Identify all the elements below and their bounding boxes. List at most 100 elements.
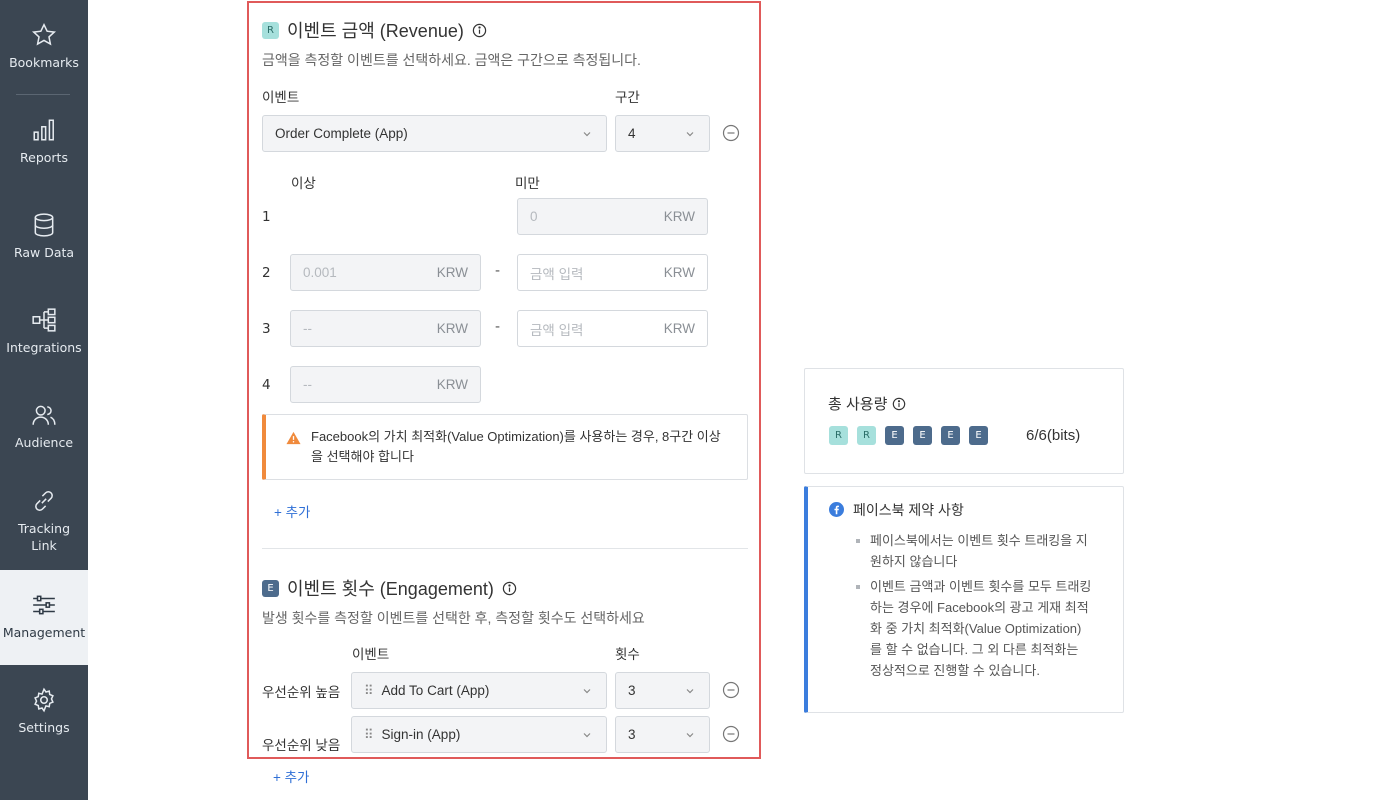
info-icon[interactable] [502,581,517,596]
warning-icon [286,431,301,445]
currency-unit: KRW [663,209,695,224]
sidebar-item-audience[interactable]: Audience [0,402,88,451]
add-revenue-segment-link[interactable]: + 추가 [274,501,310,521]
usage-value: 6/6(bits) [1026,427,1081,444]
remove-engagement-event-icon[interactable] [722,681,740,699]
bit-badge: R [829,426,848,445]
warning-alert: Facebook의 가치 최적화(Value Optimization)를 사용… [262,414,748,480]
segment-2-min-input: 0.001 KRW [290,254,481,291]
drag-handle-icon[interactable]: ⠿ [364,727,374,743]
sidebar-item-label: Audience [14,435,74,450]
bit-badge: R [857,426,876,445]
engagement-count-select[interactable]: 3 [615,672,710,709]
revenue-event-value: Order Complete (App) [275,126,408,141]
bit-badge: E [913,426,932,445]
chevron-down-icon [583,132,591,137]
input-value: -- [303,321,312,336]
engagement-event-select[interactable]: ⠿ Sign-in (App) [351,716,607,753]
revenue-description: 금액을 측정할 이벤트를 선택하세요. 금액은 구간으로 측정됩니다. [262,52,641,68]
sidebar-item-tracking-link[interactable]: Tracking Link [0,488,88,554]
segment-2-max-input[interactable]: 금액 입력 KRW [517,254,708,291]
chevron-down-icon [583,733,591,738]
usage-title-text: 총 사용량 [828,396,888,413]
facebook-restrictions-card: 페이스북 제약 사항 페이스북에서는 이벤트 횟수 트래킹을 지원하지 않습니다… [804,486,1124,713]
segment-row-number: 2 [262,265,271,281]
input-value: 0.001 [303,265,337,280]
chevron-down-icon [686,733,694,738]
users-icon [32,405,56,425]
segment-row-number: 4 [262,377,271,393]
segment-row-number: 1 [262,209,271,225]
link-icon [35,491,53,511]
info-icon[interactable] [892,397,906,411]
engagement-count-label: 횟수 [615,647,640,662]
chevron-down-icon [583,689,591,694]
sidebar-item-label: Bookmarks [9,55,79,70]
sidebar-item-label: Management [2,625,86,640]
engagement-event-value: Sign-in (App) [381,727,461,742]
chevron-down-icon [686,132,694,137]
usage-bits: R R E E E E [829,426,988,445]
usage-title: 총 사용량 [828,393,906,414]
total-usage-card: 총 사용량 R R E E E E 6/6(bits) [804,368,1124,474]
revenue-event-select[interactable]: Order Complete (App) [262,115,607,152]
sidebar-item-label: Integrations [6,340,82,355]
revenue-section-title: R 이벤트 금액 (Revenue) [262,17,487,43]
sidebar-item-label: Settings [18,720,70,735]
chevron-down-icon [686,689,694,694]
sidebar-item-raw-data[interactable]: Raw Data [0,212,88,261]
min-column-label: 이상 [291,176,316,191]
currency-unit: KRW [436,265,468,280]
engagement-title-text: 이벤트 횟수 (Engagement) [287,579,494,599]
star-icon [31,22,57,46]
revenue-title-text: 이벤트 금액 (Revenue) [287,21,464,41]
sliders-icon [33,595,55,615]
sidebar-divider [16,94,70,95]
currency-unit: KRW [436,377,468,392]
bit-badge: E [941,426,960,445]
facebook-restrictions-list: 페이스북에서는 이벤트 횟수 트래킹을 지원하지 않습니다 이벤트 금액과 이벤… [852,530,1092,685]
segment-1-max-input: 0 KRW [517,198,708,235]
input-placeholder: 금액 입력 [530,266,584,282]
currency-unit: KRW [436,321,468,336]
range-dash: - [495,319,501,335]
engagement-section-title: E 이벤트 횟수 (Engagement) [262,575,517,601]
bar-chart-icon [33,119,54,141]
segment-3-min-input: -- KRW [290,310,481,347]
segment-3-max-input[interactable]: 금액 입력 KRW [517,310,708,347]
segment-4-min-input: -- KRW [290,366,481,403]
sidebar: Bookmarks Reports Raw Data Integrations … [0,0,88,800]
sidebar-item-bookmarks[interactable]: Bookmarks [0,22,88,71]
max-column-label: 미만 [515,176,540,191]
input-value: -- [303,377,312,392]
bit-badge: E [969,426,988,445]
remove-engagement-event-icon[interactable] [722,725,740,743]
sidebar-item-management[interactable]: Management [0,570,88,665]
engagement-count-select[interactable]: 3 [615,716,710,753]
add-engagement-event-link[interactable]: + 추가 [273,766,309,786]
info-icon[interactable] [472,23,487,38]
conversion-value-panel: R 이벤트 금액 (Revenue) 금액을 측정할 이벤트를 선택하세요. 금… [247,1,761,759]
priority-low-label: 우선순위 낮음 [262,738,341,753]
revenue-badge: R [262,21,279,39]
sidebar-item-label: Reports [20,150,68,165]
sidebar-item-settings[interactable]: Settings [0,687,88,736]
input-placeholder: 금액 입력 [530,322,584,338]
sidebar-item-reports[interactable]: Reports [0,117,88,166]
priority-high-label: 우선순위 높음 [262,685,341,700]
revenue-segment-select[interactable]: 4 [615,115,710,152]
sidebar-item-integrations[interactable]: Integrations [0,307,88,356]
range-dash: - [495,263,501,279]
engagement-event-label: 이벤트 [352,647,390,662]
facebook-card-title: 페이스북 제약 사항 [853,502,964,518]
revenue-segment-label: 구간 [615,90,640,105]
list-item: 이벤트 금액과 이벤트 횟수를 모두 트래킹하는 경우에 Facebook의 광… [852,576,1092,681]
segment-row-number: 3 [262,321,271,337]
drag-handle-icon[interactable]: ⠿ [364,683,374,699]
currency-unit: KRW [663,265,695,280]
input-value: 0 [530,209,538,224]
engagement-count-value: 3 [628,683,636,698]
gear-icon [34,687,54,713]
remove-revenue-event-icon[interactable] [722,124,740,142]
engagement-event-select[interactable]: ⠿ Add To Cart (App) [351,672,607,709]
